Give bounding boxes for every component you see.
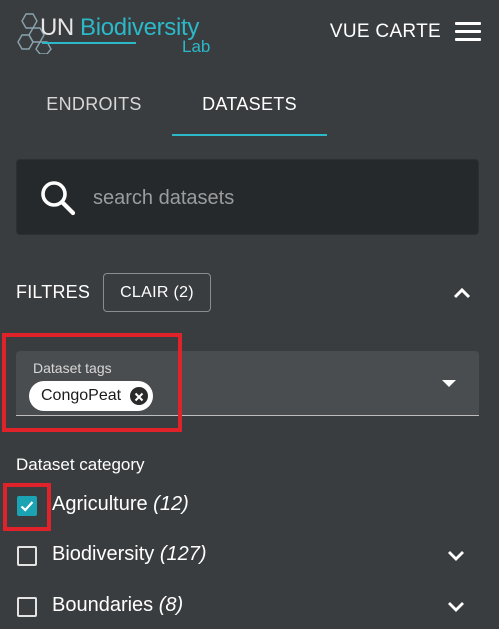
category-item-biodiversity: Biodiversity (127)	[0, 536, 499, 576]
category-item-boundaries: Boundaries (8)	[0, 587, 499, 627]
hamburger-menu-icon[interactable]	[455, 22, 481, 42]
search-input[interactable]	[93, 178, 463, 218]
category-count: (127)	[159, 543, 207, 565]
category-item-agriculture: Agriculture (12)	[0, 486, 499, 526]
clear-filters-button[interactable]: CLAIR (2)	[103, 273, 211, 312]
checkbox-biodiversity[interactable]	[17, 546, 37, 566]
highlight-box-tags	[2, 333, 182, 432]
tab-datasets[interactable]: DATASETS	[172, 80, 327, 136]
logo-underline	[42, 42, 136, 44]
active-tab-indicator	[172, 134, 327, 136]
app-root: UN Biodiversity Lab VUE CARTE ENDROITS D…	[0, 0, 499, 629]
search-icon	[41, 181, 76, 216]
dataset-category-title: Dataset category	[16, 455, 145, 474]
header: UN Biodiversity Lab VUE CARTE	[0, 0, 499, 70]
category-count: (8)	[158, 594, 184, 616]
category-name: Boundaries	[52, 594, 154, 616]
category-name: Biodiversity	[52, 543, 155, 565]
category-label: Biodiversity (127)	[52, 543, 207, 566]
logo-text-un: UN	[40, 14, 74, 41]
unbiodiversity-lab-logo[interactable]: UN Biodiversity Lab	[16, 8, 216, 58]
caret-down-icon[interactable]	[442, 380, 456, 387]
category-name: Agriculture	[52, 493, 148, 515]
filters-label: FILTRES	[16, 282, 91, 302]
chevron-down-icon[interactable]	[446, 599, 466, 615]
search-box	[16, 159, 479, 235]
category-count: (12)	[153, 493, 189, 515]
tab-endroits[interactable]: ENDROITS	[16, 80, 172, 136]
chevron-down-icon[interactable]	[446, 548, 466, 564]
highlight-box-checkbox	[3, 483, 51, 531]
logo-text-lab: Lab	[182, 37, 211, 56]
checkbox-boundaries[interactable]	[17, 597, 37, 617]
category-label: Agriculture (12)	[52, 493, 189, 516]
tab-bar: ENDROITS DATASETS	[0, 80, 499, 138]
chevron-up-icon[interactable]	[451, 283, 473, 303]
view-map-button[interactable]: VUE CARTE	[330, 21, 441, 43]
category-label: Boundaries (8)	[52, 594, 183, 617]
